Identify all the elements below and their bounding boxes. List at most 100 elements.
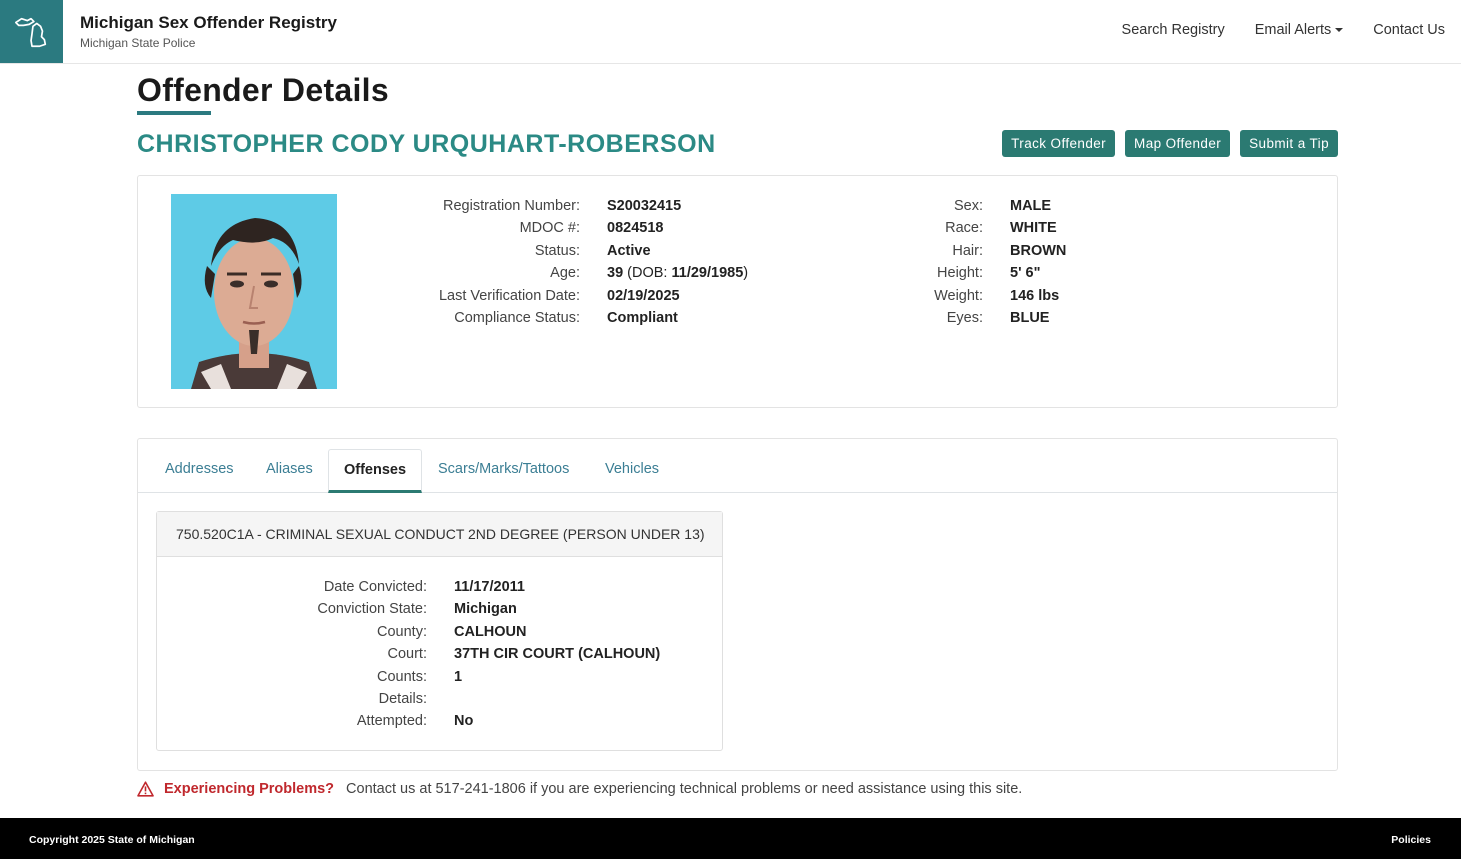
info-label: Status: [534, 242, 580, 259]
info-label: Hair: [952, 242, 983, 259]
offender-tabs-card: Addresses Aliases Offenses Scars/Marks/T… [137, 438, 1338, 771]
age-number: 39 [607, 265, 624, 282]
info-row: Compliance Status: Compliant [423, 307, 748, 329]
sex-value: MALE [1010, 198, 1052, 214]
info-label: Last Verification Date: [438, 287, 580, 304]
offense-title: 750.520C1A - CRIMINAL SEXUAL CONDUCT 2ND… [157, 512, 722, 557]
info-label: MDOC #: [519, 220, 580, 237]
tab-scars-marks-tattoos[interactable]: Scars/Marks/Tattoos [438, 461, 569, 477]
nav-email-alerts[interactable]: Email Alerts [1255, 22, 1344, 38]
offense-label: Court: [387, 646, 428, 663]
offense-row: Date Convicted: 11/17/2011 [177, 576, 660, 598]
page-title: Offender Details [137, 72, 389, 108]
age-value: 39 (DOB: 11/29/1985) [580, 262, 748, 284]
info-row: Weight: 146 lbs [883, 285, 1066, 307]
offender-info-right: Sex: MALE Race: WHITE Hair: BROWN Height: 5'… [883, 195, 1066, 329]
offender-info-left: Registration Number: S20032415 MDOC #: 082… [423, 195, 748, 329]
info-label: Compliance Status: [454, 310, 580, 327]
dob-suffix: ) [743, 265, 749, 282]
top-navbar: Michigan Sex Offender Registry Michigan … [0, 0, 1461, 64]
tab-bar: Addresses Aliases Offenses Scars/Marks/T… [138, 439, 1337, 493]
main-nav: Search Registry Email Alerts Contact Us [1122, 22, 1445, 38]
problems-text: Contact us at 517-241-1806 if you are ex… [346, 781, 1023, 797]
counts-value: 1 [454, 668, 463, 685]
info-row: MDOC #: 0824518 [423, 217, 748, 239]
info-label: Sex: [953, 198, 983, 214]
site-title[interactable]: Michigan Sex Offender Registry [80, 13, 337, 33]
offense-card: 750.520C1A - CRIMINAL SEXUAL CONDUCT 2ND… [156, 511, 723, 751]
offender-photo [171, 194, 337, 389]
offense-label: Attempted: [356, 713, 427, 730]
conviction-state: Michigan [454, 601, 517, 618]
offense-row: Attempted: No [177, 710, 660, 732]
info-row: Race: WHITE [883, 217, 1066, 239]
offense-row: Counts: 1 [177, 666, 660, 688]
offense-details: Date Convicted: 11/17/2011 Conviction Sta… [177, 576, 660, 733]
race-value: WHITE [1010, 220, 1057, 237]
offense-row: Details: [177, 688, 660, 710]
nav-search-registry[interactable]: Search Registry [1122, 22, 1225, 38]
info-row: Last Verification Date: 02/19/2025 [423, 285, 748, 307]
offense-label: Date Convicted: [323, 579, 427, 595]
offender-details-card: Registration Number: S20032415 MDOC #: 082… [137, 175, 1338, 408]
compliance-status: Compliant [607, 310, 678, 327]
map-offender-button[interactable]: Map Offender [1125, 130, 1231, 157]
county-value: CALHOUN [454, 623, 527, 640]
title-underline [137, 111, 211, 115]
court-value: 37TH CIR COURT (CALHOUN) [454, 646, 661, 663]
offense-label: Details: [378, 691, 427, 708]
problems-notice: Experiencing Problems? Contact us at 517… [137, 781, 1022, 797]
nav-email-alerts-label: Email Alerts [1254, 22, 1332, 38]
offender-actions: Track Offender Map Offender Submit a Tip [1002, 130, 1338, 157]
info-label: Weight: [934, 287, 983, 304]
offender-name: CHRISTOPHER CODY URQUHART-ROBERSON [137, 130, 716, 158]
problems-label: Experiencing Problems? [164, 781, 335, 797]
info-label: Race: [945, 220, 983, 237]
tab-offenses[interactable]: Offenses [328, 449, 423, 493]
tab-aliases[interactable]: Aliases [266, 461, 313, 477]
info-label: Registration Number: [443, 198, 580, 214]
site-logo[interactable] [0, 0, 63, 63]
info-row: Height: 5' 6" [883, 262, 1066, 284]
info-row: Hair: BROWN [883, 240, 1066, 262]
offense-row: County: CALHOUN [177, 621, 660, 643]
attempted-value: No [454, 713, 474, 730]
track-offender-button[interactable]: Track Offender [1002, 130, 1116, 157]
caret-down-icon [1335, 28, 1344, 33]
status-value: Active [607, 242, 651, 259]
offense-label: Conviction State: [317, 601, 427, 618]
site-subtitle: Michigan State Police [80, 36, 196, 50]
eyes-value: BLUE [1010, 310, 1050, 327]
height-value: 5' 6" [1010, 265, 1041, 282]
offense-label: County: [377, 623, 427, 640]
last-verification-date: 02/19/2025 [607, 287, 680, 304]
offense-row: Conviction State: Michigan [177, 598, 660, 620]
offense-label: Counts: [377, 668, 427, 685]
tab-vehicles[interactable]: Vehicles [605, 461, 659, 477]
weight-value: 146 lbs [1010, 287, 1060, 304]
mdoc-number: 0824518 [607, 220, 664, 237]
warning-icon [137, 781, 154, 797]
info-row: Age: 39 (DOB: 11/29/1985) [423, 262, 748, 284]
info-row: Eyes: BLUE [883, 307, 1066, 329]
info-label: Eyes: [946, 310, 983, 327]
michigan-map-icon [14, 17, 46, 47]
offense-row: Court: 37TH CIR COURT (CALHOUN) [177, 643, 661, 665]
dob-value: 11/29/1985 [671, 265, 744, 282]
nav-contact-us[interactable]: Contact Us [1373, 22, 1445, 38]
tab-addresses[interactable]: Addresses [165, 461, 234, 477]
info-row: Status: Active [423, 240, 748, 262]
submit-tip-button[interactable]: Submit a Tip [1240, 130, 1338, 157]
footer: Copyright 2025 State of Michigan Policie… [0, 818, 1461, 859]
policies-link[interactable]: Policies [1391, 834, 1431, 846]
info-label: Age: [550, 265, 580, 282]
offender-photo-image [171, 194, 337, 389]
registration-number: S20032415 [607, 198, 682, 214]
copyright: Copyright 2025 State of Michigan [29, 834, 195, 846]
info-label: Height: [937, 265, 983, 282]
info-row: Sex: MALE [883, 195, 1066, 217]
date-convicted: 11/17/2011 [454, 579, 525, 595]
dob-prefix: (DOB: [623, 265, 672, 282]
details-value [427, 688, 454, 710]
info-row: Registration Number: S20032415 [423, 195, 748, 217]
